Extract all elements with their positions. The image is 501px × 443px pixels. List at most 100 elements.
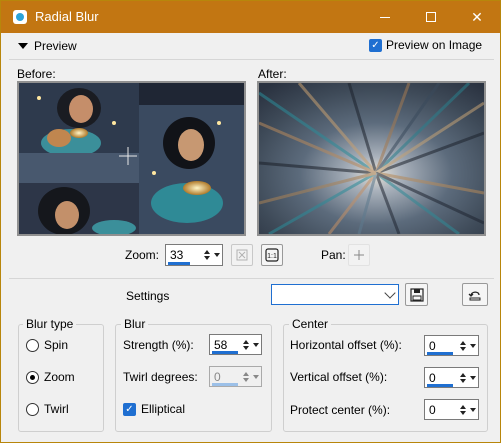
v-offset-dropdown-button[interactable] — [469, 372, 476, 384]
spin-up-icon — [243, 340, 249, 344]
zoom-dropdown-button[interactable] — [213, 249, 220, 261]
radio-spin-label: Spin — [44, 338, 69, 352]
save-disk-icon — [409, 287, 424, 302]
actual-size-icon: 1:1 — [265, 248, 279, 262]
checkmark-icon: ✓ — [123, 402, 136, 416]
protect-center-value: 0 — [429, 403, 436, 417]
v-offset-spin-buttons[interactable] — [460, 373, 466, 383]
blur-type-title: Blur type — [23, 317, 77, 331]
protect-center-label: Protect center (%): — [290, 403, 391, 417]
before-image — [19, 83, 244, 234]
twirl-indicator — [212, 383, 238, 386]
blur-title: Blur — [121, 317, 149, 331]
zoom-to-fit-button[interactable] — [231, 244, 253, 266]
spin-up-icon — [460, 341, 466, 345]
app-icon — [13, 10, 27, 24]
before-preview[interactable] — [17, 81, 246, 236]
twirl-spin-buttons[interactable] — [243, 372, 249, 382]
dropdown-arrow-icon — [469, 376, 476, 380]
strength-dropdown-button[interactable] — [252, 339, 259, 351]
divider — [9, 278, 494, 279]
v-offset-label: Vertical offset (%): — [290, 370, 388, 384]
minimize-button[interactable] — [362, 1, 408, 33]
blur-group: Blur Strength (%): 58 Twirl degrees: 0 ✓… — [115, 317, 272, 432]
close-icon: ✕ — [471, 8, 483, 25]
radio-zoom-label: Zoom — [44, 370, 75, 384]
dropdown-arrow-icon — [469, 408, 476, 412]
pan-label: Pan: — [321, 248, 346, 262]
maximize-icon — [426, 12, 436, 22]
after-image — [259, 83, 484, 234]
strength-label: Strength (%): — [123, 338, 194, 352]
checkmark-icon: ✓ — [369, 38, 382, 52]
twirl-value: 0 — [214, 370, 221, 384]
spin-up-icon — [243, 372, 249, 376]
zoom-stepper[interactable]: 33 — [165, 244, 223, 266]
h-offset-value: 0 — [429, 339, 436, 353]
save-preset-button[interactable] — [405, 283, 428, 306]
svg-text:1:1: 1:1 — [267, 253, 277, 260]
zoom-label: Zoom: — [125, 248, 160, 262]
elliptical-label: Elliptical — [141, 402, 186, 416]
radio-twirl-dot — [26, 402, 39, 416]
strength-value: 58 — [214, 338, 228, 352]
close-button[interactable]: ✕ — [454, 1, 500, 33]
preview-on-image-label: Preview on Image — [386, 38, 483, 52]
preview-toggle[interactable]: Preview — [18, 39, 77, 53]
center-group: Center Horizontal offset (%): 0 Vertical… — [283, 317, 488, 432]
radio-twirl[interactable]: Twirl — [26, 402, 69, 416]
h-offset-dropdown-button[interactable] — [469, 340, 476, 352]
protect-center-spin-buttons[interactable] — [460, 405, 466, 415]
dropdown-arrow-icon — [213, 253, 220, 257]
chevron-down-icon — [384, 287, 396, 299]
h-offset-label: Horizontal offset (%): — [290, 338, 402, 352]
radio-spin-dot — [26, 338, 39, 352]
spin-down-icon — [460, 411, 466, 415]
radio-zoom-dot — [26, 370, 39, 384]
h-offset-spin-buttons[interactable] — [460, 341, 466, 351]
zoom-fit-icon — [236, 249, 248, 261]
pan-button[interactable] — [348, 244, 370, 266]
preview-on-image-checkbox[interactable]: ✓ Preview on Image — [369, 38, 482, 52]
zoom-spin-buttons[interactable] — [204, 250, 210, 260]
settings-preset-dropdown[interactable] — [271, 284, 399, 305]
center-title: Center — [289, 317, 332, 331]
dropdown-arrow-icon — [252, 343, 259, 347]
reset-button[interactable] — [462, 283, 488, 306]
minimize-icon — [380, 16, 390, 18]
radio-spin[interactable]: Spin — [26, 338, 68, 352]
collapse-arrow-icon — [18, 43, 28, 49]
spin-down-icon — [460, 379, 466, 383]
protect-center-stepper[interactable]: 0 — [424, 399, 479, 420]
strength-stepper[interactable]: 58 — [209, 334, 262, 355]
settings-label: Settings — [126, 289, 170, 303]
v-offset-indicator — [427, 384, 453, 387]
twirl-dropdown-button[interactable] — [252, 371, 259, 383]
maximize-button[interactable] — [408, 1, 454, 33]
h-offset-stepper[interactable]: 0 — [424, 335, 479, 356]
radial-blur-dialog: Radial Blur ✕ Preview ✓ Preview on Image… — [0, 0, 501, 443]
v-offset-stepper[interactable]: 0 — [424, 367, 479, 388]
spin-down-icon — [204, 256, 210, 260]
strength-spin-buttons[interactable] — [243, 340, 249, 350]
zoom-value: 33 — [170, 248, 184, 262]
strength-indicator — [212, 351, 238, 354]
protect-center-dropdown-button[interactable] — [469, 404, 476, 416]
h-offset-indicator — [427, 352, 453, 355]
before-label: Before: — [17, 67, 56, 81]
blur-type-group: Blur type Spin Zoom Twirl — [18, 317, 104, 432]
preview-toggle-label: Preview — [34, 39, 77, 53]
pan-move-icon — [354, 250, 364, 260]
spin-down-icon — [243, 378, 249, 382]
radio-twirl-label: Twirl — [44, 402, 69, 416]
twirl-stepper[interactable]: 0 — [209, 366, 262, 387]
elliptical-checkbox[interactable]: ✓ Elliptical — [123, 402, 185, 416]
radio-zoom[interactable]: Zoom — [26, 370, 75, 384]
reset-icon — [468, 290, 481, 300]
dropdown-arrow-icon — [252, 375, 259, 379]
spin-down-icon — [243, 346, 249, 350]
title-bar[interactable]: Radial Blur ✕ — [1, 1, 500, 33]
after-preview — [257, 81, 486, 236]
after-label: After: — [258, 67, 287, 81]
actual-size-button[interactable]: 1:1 — [261, 244, 283, 266]
